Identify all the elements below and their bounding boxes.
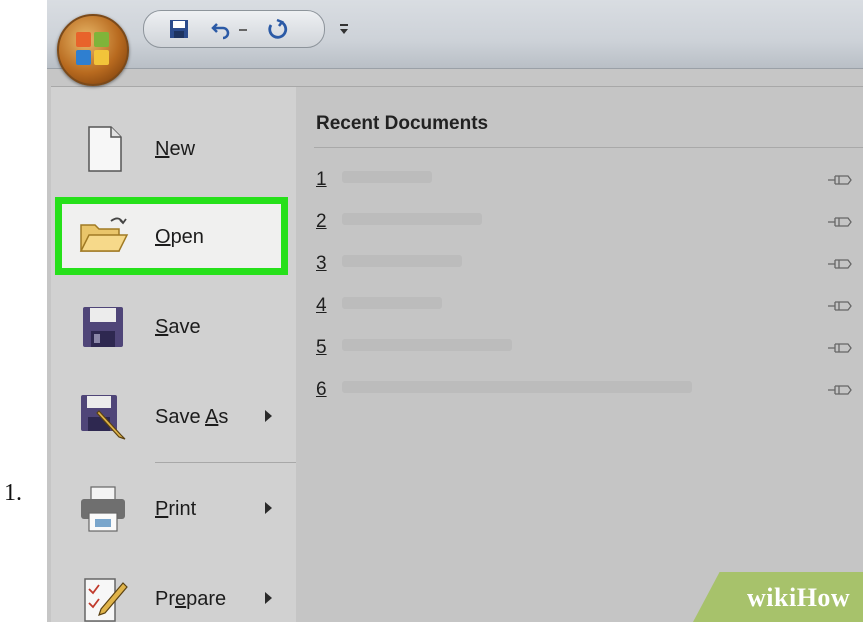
- menu-item-label: Save As: [155, 406, 229, 428]
- wikihow-watermark: wikiHow: [747, 583, 851, 612]
- office-menu: New Open Save Save As Print Prepare Rece…: [51, 86, 863, 622]
- office-window: New Open Save Save As Print Prepare Rece…: [47, 0, 863, 622]
- office-logo-icon: [76, 32, 110, 66]
- menu-item-label: Print: [155, 498, 197, 520]
- submenu-arrow-icon: [265, 502, 272, 514]
- menu-item-print[interactable]: Print: [51, 469, 296, 549]
- menu-item-new[interactable]: New: [51, 109, 296, 189]
- menu-commands: New Open Save Save As Print Prepare: [51, 87, 297, 622]
- customize-toolbar-icon[interactable]: [337, 22, 351, 36]
- submenu-arrow-icon: [265, 592, 272, 604]
- recent-document-row[interactable]: 1: [296, 163, 863, 203]
- quick-access-toolbar: [143, 10, 325, 48]
- undo-icon[interactable]: [208, 17, 234, 41]
- save-as-icon: [81, 395, 126, 440]
- menu-item-label: New: [155, 138, 196, 160]
- menu-item-open[interactable]: Open: [51, 197, 296, 277]
- recent-document-name-blurred: [342, 255, 462, 267]
- office-button[interactable]: [57, 14, 129, 86]
- save-icon[interactable]: [166, 17, 192, 41]
- menu-item-prepare[interactable]: Prepare: [51, 559, 296, 622]
- recent-document-name-blurred: [342, 213, 482, 225]
- open-folder-icon: [79, 217, 129, 252]
- recent-document-number: 1: [316, 169, 327, 190]
- submenu-arrow-icon: [265, 410, 272, 422]
- recent-documents-pane: Recent Documents 1 2 3 4 5 6: [296, 87, 863, 622]
- recent-documents-title: Recent Documents: [316, 113, 489, 134]
- menu-separator: [155, 462, 296, 463]
- pin-icon[interactable]: [826, 383, 854, 397]
- recent-document-row[interactable]: 5: [296, 331, 863, 371]
- pin-icon[interactable]: [826, 173, 854, 187]
- recent-document-name-blurred: [342, 339, 512, 351]
- recent-document-name-blurred: [342, 381, 692, 393]
- recent-document-number: 5: [316, 337, 327, 358]
- step-number: 1.: [4, 480, 22, 506]
- recent-document-row[interactable]: 2: [296, 205, 863, 245]
- menu-item-save-as[interactable]: Save As: [51, 377, 296, 457]
- prepare-document-icon: [84, 578, 128, 622]
- menu-item-label: Save: [155, 316, 201, 338]
- menu-item-label: Prepare: [155, 588, 227, 610]
- recent-document-number: 2: [316, 211, 327, 232]
- recent-document-row[interactable]: 3: [296, 247, 863, 287]
- recent-document-row[interactable]: 4: [296, 289, 863, 329]
- printer-icon: [81, 486, 125, 532]
- recent-document-number: 4: [316, 295, 327, 316]
- recent-document-name-blurred: [342, 297, 442, 309]
- menu-item-label: Open: [155, 226, 204, 248]
- menu-item-save[interactable]: Save: [51, 287, 296, 367]
- new-document-icon: [88, 126, 122, 172]
- pin-icon[interactable]: [826, 341, 854, 355]
- recent-document-name-blurred: [342, 171, 432, 183]
- recent-document-row[interactable]: 6: [296, 373, 863, 413]
- pin-icon[interactable]: [826, 215, 854, 229]
- pin-icon[interactable]: [826, 299, 854, 313]
- undo-dropdown-icon[interactable]: [236, 17, 250, 41]
- recent-documents-divider: [314, 147, 863, 148]
- pin-icon[interactable]: [826, 257, 854, 271]
- title-bar: [47, 0, 863, 69]
- recent-document-number: 6: [316, 379, 327, 400]
- save-floppy-icon: [83, 307, 123, 347]
- recent-document-number: 3: [316, 253, 327, 274]
- redo-icon[interactable]: [264, 17, 290, 41]
